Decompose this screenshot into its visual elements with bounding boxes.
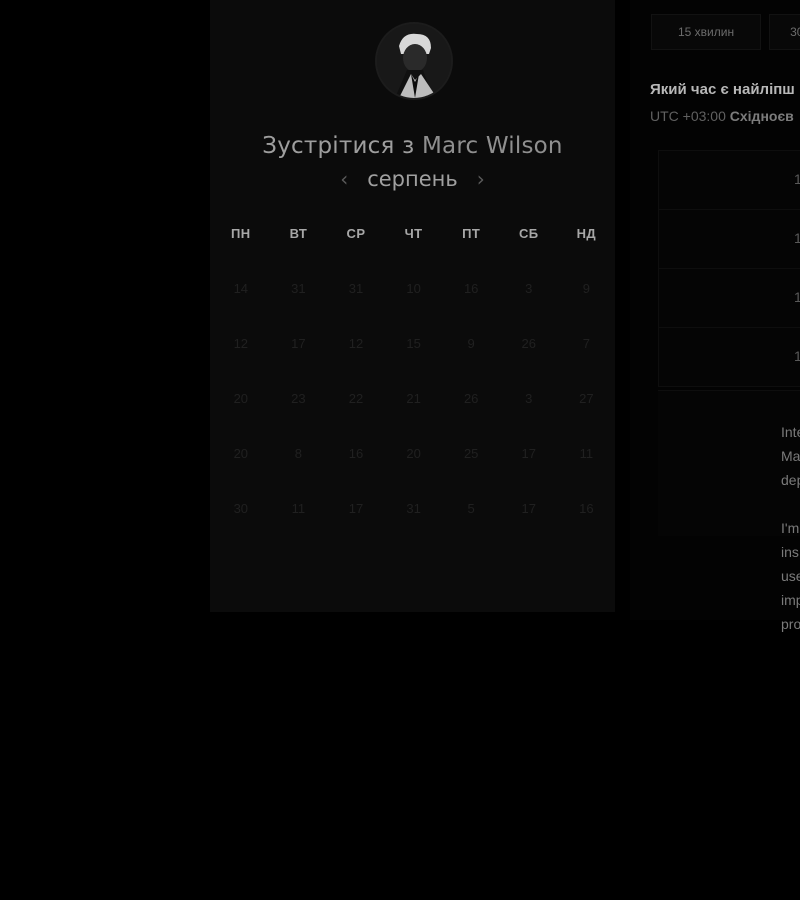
calendar-day: 11 xyxy=(579,446,594,461)
calendar-day: 20 xyxy=(406,446,421,461)
calendar-day: 17 xyxy=(521,446,536,461)
time-slot-label: 1 xyxy=(794,171,800,187)
duration-tabs: 15 хвилин 30 xyxy=(651,14,800,50)
weekday-thu: ЧТ xyxy=(404,226,423,241)
description-line: dep xyxy=(781,472,800,488)
calendar-day: 31 xyxy=(406,501,421,516)
calendar-day: 15 xyxy=(406,336,421,351)
description-box xyxy=(658,390,800,536)
calendar-day: 21 xyxy=(406,391,421,406)
duration-tab-30[interactable]: 30 xyxy=(769,14,800,50)
booking-page: Зустрітися з Marc Wilson ‹ серпень › ПН … xyxy=(0,0,800,900)
calendar-panel: Зустрітися з Marc Wilson ‹ серпень › ПН … xyxy=(210,0,615,612)
calendar-day: 9 xyxy=(467,336,475,351)
calendar-day: 16 xyxy=(463,281,479,296)
time-slot[interactable]: 1 xyxy=(658,268,800,327)
host-description: Inte Ma dep I'm ins use imp pro xyxy=(781,420,800,660)
weekday-wed: СР xyxy=(346,226,366,241)
calendar-day: 16 xyxy=(579,501,594,516)
time-slot-label: 1 xyxy=(794,289,800,305)
calendar-day: 12 xyxy=(348,336,364,351)
calendar-day: 3 xyxy=(525,391,533,406)
next-month-chevron-icon[interactable]: › xyxy=(470,167,492,191)
calendar-day: 27 xyxy=(579,391,594,406)
calendar-day: 14 xyxy=(233,281,249,296)
timezone-offset: UTC +03:00 xyxy=(650,108,726,124)
timezone-name: Східноєв xyxy=(729,108,794,124)
calendar-day: 20 xyxy=(233,446,249,461)
calendar-day: 22 xyxy=(348,391,364,406)
weekday-header: ПН ВТ СР ЧТ ПТ СБ НД xyxy=(212,226,617,241)
description-line: I'm xyxy=(781,520,800,536)
calendar-day: 8 xyxy=(294,446,302,461)
timezone-selector[interactable]: UTC +03:00 Східноєв xyxy=(650,108,794,124)
calendar-day: 7 xyxy=(582,336,590,351)
description-line: use xyxy=(781,568,800,584)
description-line: Ma xyxy=(781,448,800,464)
calendar-day: 17 xyxy=(521,501,536,516)
calendar-day: 16 xyxy=(348,446,364,461)
calendar-day: 10 xyxy=(406,281,421,296)
host-name: Marc Wilson xyxy=(421,133,563,160)
description-line: imp xyxy=(781,592,800,608)
weekday-tue: ВТ xyxy=(289,226,308,241)
calendar-day: 31 xyxy=(291,281,306,296)
weekday-fri: ПТ xyxy=(462,226,481,241)
calendar-day: 23 xyxy=(291,391,306,406)
weekday-mon: ПН xyxy=(231,226,251,241)
description-paragraph: Inte Ma dep xyxy=(781,420,800,492)
meeting-title: Зустрітися з Marc Wilson xyxy=(210,133,615,159)
calendar-day: 11 xyxy=(291,501,306,516)
calendar-day: 17 xyxy=(291,336,306,351)
calendar-day-grid: 14 31 31 10 16 3 9 12 17 12 15 9 26 7 20… xyxy=(212,261,617,536)
time-slot-label: 1 xyxy=(794,230,800,246)
description-line: Inte xyxy=(781,424,800,440)
meeting-title-prefix: Зустрітися з xyxy=(262,133,415,160)
time-slot[interactable]: 1 xyxy=(658,327,800,387)
calendar-day: 17 xyxy=(348,501,364,516)
month-label: серпень xyxy=(367,167,458,191)
time-slot[interactable]: 1 xyxy=(658,150,800,209)
host-avatar xyxy=(377,24,451,98)
calendar-day: 9 xyxy=(582,281,590,296)
calendar-day: 31 xyxy=(348,281,364,296)
time-question-heading: Який час є найліпш xyxy=(650,81,795,98)
calendar-day: 20 xyxy=(233,391,249,406)
previous-month-chevron-icon[interactable]: ‹ xyxy=(333,167,355,191)
weekday-sun: НД xyxy=(576,226,597,241)
calendar-day: 3 xyxy=(525,281,533,296)
time-slot-label: 1 xyxy=(794,348,800,364)
schedule-panel: 15 хвилин 30 Який час є найліпш UTC +03:… xyxy=(630,0,800,632)
description-paragraph: I'm ins use imp pro xyxy=(781,516,800,636)
time-slot-list: 1 1 1 1 xyxy=(658,150,800,387)
calendar-day: 26 xyxy=(521,336,536,351)
time-slot[interactable]: 1 xyxy=(658,209,800,268)
calendar-day: 12 xyxy=(233,336,249,351)
calendar-day: 25 xyxy=(463,446,479,461)
calendar-day: 26 xyxy=(463,391,479,406)
calendar-day: 5 xyxy=(467,501,475,516)
duration-tab-15[interactable]: 15 хвилин xyxy=(651,14,762,50)
month-navigation: ‹ серпень › xyxy=(210,164,615,194)
description-line: pro xyxy=(781,616,800,632)
weekday-sat: СБ xyxy=(518,226,539,241)
description-line: ins xyxy=(781,544,799,560)
host-avatar-image xyxy=(377,24,451,98)
calendar-day: 30 xyxy=(233,501,249,516)
